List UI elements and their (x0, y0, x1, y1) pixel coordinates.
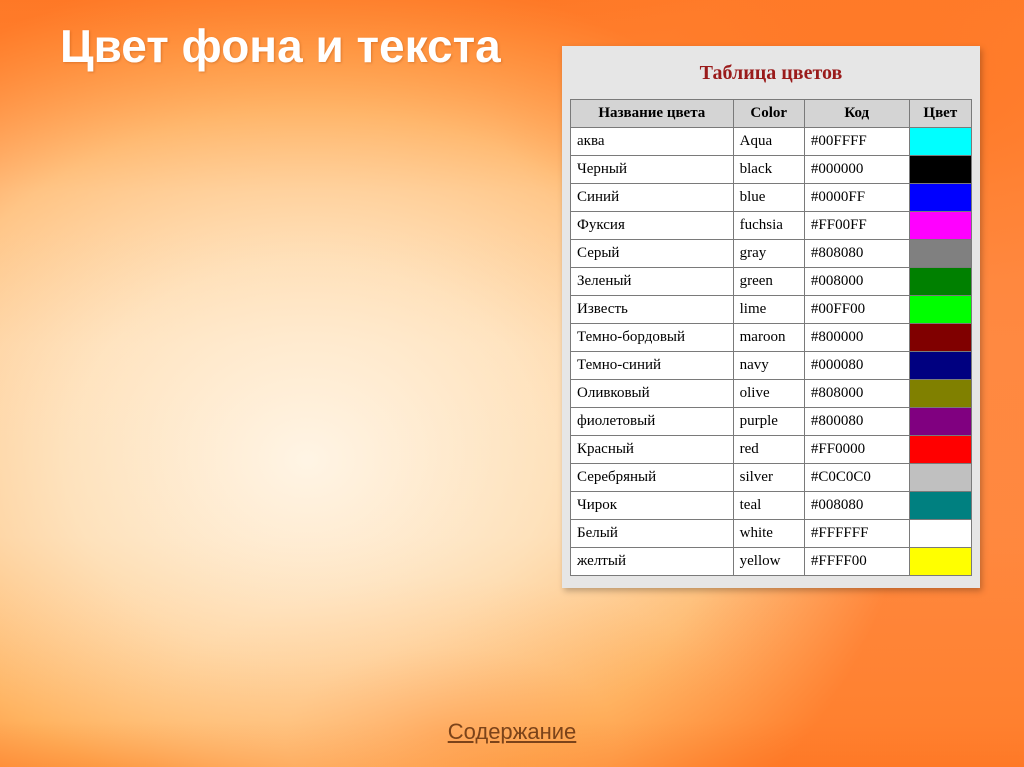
table-row: Чирокteal#008080 (571, 492, 972, 520)
color-table: Название цвета Color Код Цвет акваAqua#0… (570, 99, 972, 576)
cell-code: #00FFFF (804, 128, 909, 156)
cell-en: teal (733, 492, 804, 520)
contents-link[interactable]: Содержание (448, 719, 577, 745)
cell-swatch (909, 212, 971, 240)
cell-swatch (909, 520, 971, 548)
table-row: Серебряныйsilver#C0C0C0 (571, 464, 972, 492)
cell-swatch (909, 548, 971, 576)
cell-en: gray (733, 240, 804, 268)
cell-name: Белый (571, 520, 734, 548)
cell-en: blue (733, 184, 804, 212)
cell-swatch (909, 492, 971, 520)
cell-name: Черный (571, 156, 734, 184)
cell-en: purple (733, 408, 804, 436)
cell-name: Темно-бордовый (571, 324, 734, 352)
cell-code: #800000 (804, 324, 909, 352)
table-row: Красныйred#FF0000 (571, 436, 972, 464)
col-header-swatch: Цвет (909, 100, 971, 128)
table-header-row: Название цвета Color Код Цвет (571, 100, 972, 128)
table-row: Серыйgray#808080 (571, 240, 972, 268)
cell-name: желтый (571, 548, 734, 576)
cell-code: #FF00FF (804, 212, 909, 240)
cell-name: фиолетовый (571, 408, 734, 436)
table-caption: Таблица цветов (570, 56, 972, 99)
cell-code: #FFFFFF (804, 520, 909, 548)
cell-swatch (909, 352, 971, 380)
cell-en: black (733, 156, 804, 184)
cell-name: Серебряный (571, 464, 734, 492)
cell-code: #FFFF00 (804, 548, 909, 576)
col-header-code: Код (804, 100, 909, 128)
cell-name: Оливковый (571, 380, 734, 408)
cell-code: #FF0000 (804, 436, 909, 464)
cell-en: Aqua (733, 128, 804, 156)
cell-swatch (909, 436, 971, 464)
table-row: Белыйwhite#FFFFFF (571, 520, 972, 548)
color-table-panel: Таблица цветов Название цвета Color Код … (562, 46, 980, 588)
cell-en: silver (733, 464, 804, 492)
col-header-name: Название цвета (571, 100, 734, 128)
cell-en: fuchsia (733, 212, 804, 240)
cell-code: #800080 (804, 408, 909, 436)
cell-name: Красный (571, 436, 734, 464)
cell-en: lime (733, 296, 804, 324)
cell-swatch (909, 156, 971, 184)
cell-en: maroon (733, 324, 804, 352)
cell-code: #0000FF (804, 184, 909, 212)
cell-swatch (909, 324, 971, 352)
cell-swatch (909, 268, 971, 296)
slide-title: Цвет фона и текста (60, 20, 501, 73)
cell-name: Серый (571, 240, 734, 268)
table-row: акваAqua#00FFFF (571, 128, 972, 156)
cell-code: #008000 (804, 268, 909, 296)
cell-name: Зеленый (571, 268, 734, 296)
cell-code: #008080 (804, 492, 909, 520)
cell-code: #808000 (804, 380, 909, 408)
col-header-en: Color (733, 100, 804, 128)
table-row: Черныйblack#000000 (571, 156, 972, 184)
cell-code: #000080 (804, 352, 909, 380)
cell-swatch (909, 380, 971, 408)
cell-code: #00FF00 (804, 296, 909, 324)
cell-code: #C0C0C0 (804, 464, 909, 492)
table-row: Темно-бордовыйmaroon#800000 (571, 324, 972, 352)
table-row: Синийblue#0000FF (571, 184, 972, 212)
cell-swatch (909, 128, 971, 156)
cell-en: navy (733, 352, 804, 380)
cell-name: Темно-синий (571, 352, 734, 380)
table-row: фиолетовыйpurple#800080 (571, 408, 972, 436)
cell-en: red (733, 436, 804, 464)
cell-en: olive (733, 380, 804, 408)
cell-name: Фуксия (571, 212, 734, 240)
cell-name: Чирок (571, 492, 734, 520)
cell-swatch (909, 240, 971, 268)
table-row: Известьlime#00FF00 (571, 296, 972, 324)
table-row: Зеленыйgreen#008000 (571, 268, 972, 296)
cell-code: #808080 (804, 240, 909, 268)
table-row: Темно-синийnavy#000080 (571, 352, 972, 380)
cell-en: white (733, 520, 804, 548)
cell-code: #000000 (804, 156, 909, 184)
table-row: желтыйyellow#FFFF00 (571, 548, 972, 576)
table-row: Оливковыйolive#808000 (571, 380, 972, 408)
table-row: Фуксияfuchsia#FF00FF (571, 212, 972, 240)
cell-name: Известь (571, 296, 734, 324)
cell-swatch (909, 408, 971, 436)
cell-name: аква (571, 128, 734, 156)
cell-name: Синий (571, 184, 734, 212)
cell-swatch (909, 296, 971, 324)
cell-en: green (733, 268, 804, 296)
cell-en: yellow (733, 548, 804, 576)
cell-swatch (909, 184, 971, 212)
cell-swatch (909, 464, 971, 492)
